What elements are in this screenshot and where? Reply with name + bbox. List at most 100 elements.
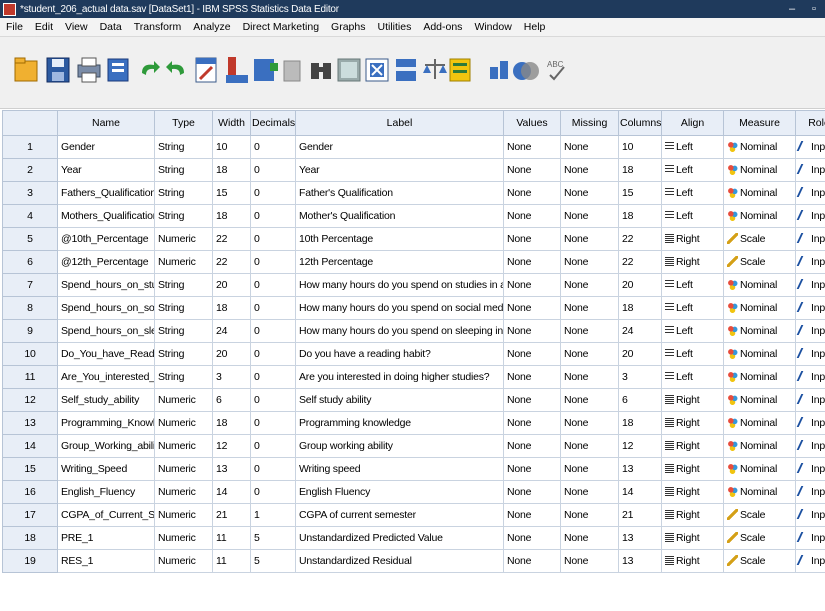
cell-align[interactable]: Right [661, 480, 724, 504]
cell-name[interactable]: Spend_hours_on_soci... [57, 296, 155, 320]
cell-type[interactable]: String [154, 365, 213, 389]
cell-role[interactable]: Input [795, 273, 825, 297]
cell-type[interactable]: String [154, 181, 213, 205]
cell-decimals[interactable]: 0 [250, 135, 296, 159]
cell-measure[interactable]: Nominal [723, 342, 796, 366]
cell-measure[interactable]: Nominal [723, 388, 796, 412]
cell-width[interactable]: 6 [212, 388, 251, 412]
insert-cases-icon[interactable] [334, 53, 364, 87]
cell-values[interactable]: None [503, 296, 561, 320]
cell-decimals[interactable]: 0 [250, 273, 296, 297]
cell-decimals[interactable]: 0 [250, 181, 296, 205]
cell-role[interactable]: Input [795, 365, 825, 389]
cell-width[interactable]: 22 [212, 227, 251, 251]
cell-label[interactable]: Mother's Qualification [295, 204, 504, 228]
cell-role[interactable]: Input [795, 135, 825, 159]
print-icon[interactable] [74, 53, 104, 87]
col-header-label[interactable]: Label [295, 110, 504, 136]
cell-decimals[interactable]: 0 [250, 480, 296, 504]
cell-name[interactable]: Do_You_have_Reading... [57, 342, 155, 366]
cell-values[interactable]: None [503, 135, 561, 159]
cell-missing[interactable]: None [560, 296, 619, 320]
cell-type[interactable]: Numeric [154, 388, 213, 412]
cell-name[interactable]: PRE_1 [57, 526, 155, 550]
row-number[interactable]: 14 [2, 434, 58, 458]
cell-values[interactable]: None [503, 411, 561, 435]
cell-values[interactable]: None [503, 250, 561, 274]
cell-width[interactable]: 10 [212, 135, 251, 159]
cell-decimals[interactable]: 0 [250, 250, 296, 274]
row-number[interactable]: 8 [2, 296, 58, 320]
cell-name[interactable]: Fathers_Qualification [57, 181, 155, 205]
cell-role[interactable]: Input [795, 342, 825, 366]
col-header-values[interactable]: Values [503, 110, 561, 136]
cell-align[interactable]: Left [661, 135, 724, 159]
cell-type[interactable]: Numeric [154, 227, 213, 251]
cell-measure[interactable]: Scale [723, 250, 796, 274]
cell-columns[interactable]: 18 [618, 411, 662, 435]
cell-align[interactable]: Right [661, 250, 724, 274]
redo-icon[interactable] [162, 53, 192, 87]
cell-label[interactable]: Gender [295, 135, 504, 159]
row-number[interactable]: 15 [2, 457, 58, 481]
cell-name[interactable]: Spend_hours_on_studi... [57, 273, 155, 297]
menu-help[interactable]: Help [518, 21, 552, 33]
cell-decimals[interactable]: 0 [250, 342, 296, 366]
split-file-icon[interactable] [392, 53, 422, 87]
cell-label[interactable]: Group working ability [295, 434, 504, 458]
open-icon[interactable] [12, 53, 42, 87]
cell-missing[interactable]: None [560, 457, 619, 481]
col-header-missing[interactable]: Missing [560, 110, 619, 136]
cell-measure[interactable]: Nominal [723, 181, 796, 205]
cell-align[interactable]: Left [661, 204, 724, 228]
cell-values[interactable]: None [503, 342, 561, 366]
cell-role[interactable]: Input [795, 388, 825, 412]
cell-values[interactable]: None [503, 480, 561, 504]
cell-values[interactable]: None [503, 181, 561, 205]
cell-role[interactable]: Input [795, 319, 825, 343]
cell-type[interactable]: Numeric [154, 411, 213, 435]
cell-type[interactable]: Numeric [154, 457, 213, 481]
cell-name[interactable]: Mothers_Qualification [57, 204, 155, 228]
row-number[interactable]: 11 [2, 365, 58, 389]
cell-columns[interactable]: 24 [618, 319, 662, 343]
row-number[interactable]: 13 [2, 411, 58, 435]
cell-measure[interactable]: Scale [723, 503, 796, 527]
spell-check-icon[interactable]: ABC [542, 53, 572, 87]
cell-type[interactable]: String [154, 273, 213, 297]
cell-columns[interactable]: 22 [618, 227, 662, 251]
cell-measure[interactable]: Nominal [723, 480, 796, 504]
row-number[interactable]: 17 [2, 503, 58, 527]
cell-width[interactable]: 14 [212, 480, 251, 504]
cell-values[interactable]: None [503, 388, 561, 412]
cell-align[interactable]: Right [661, 434, 724, 458]
cell-align[interactable]: Right [661, 457, 724, 481]
goto-case-icon[interactable] [192, 53, 222, 87]
cell-align[interactable]: Left [661, 158, 724, 182]
cell-width[interactable]: 20 [212, 342, 251, 366]
menu-graphs[interactable]: Graphs [325, 21, 371, 33]
cell-measure[interactable]: Nominal [723, 296, 796, 320]
cell-width[interactable]: 11 [212, 549, 251, 573]
cell-missing[interactable]: None [560, 181, 619, 205]
cell-label[interactable]: Unstandardized Residual [295, 549, 504, 573]
cell-columns[interactable]: 21 [618, 503, 662, 527]
cell-values[interactable]: None [503, 503, 561, 527]
cell-columns[interactable]: 20 [618, 273, 662, 297]
col-header-columns[interactable]: Columns [618, 110, 662, 136]
cell-label[interactable]: How many hours do you spend on sleeping … [295, 319, 504, 343]
cell-role[interactable]: Input [795, 480, 825, 504]
cell-align[interactable]: Left [661, 365, 724, 389]
cell-missing[interactable]: None [560, 388, 619, 412]
cell-missing[interactable]: None [560, 273, 619, 297]
cell-measure[interactable]: Scale [723, 526, 796, 550]
cell-measure[interactable]: Nominal [723, 365, 796, 389]
cell-columns[interactable]: 14 [618, 480, 662, 504]
cell-width[interactable]: 18 [212, 411, 251, 435]
cell-type[interactable]: String [154, 158, 213, 182]
cell-label[interactable]: Unstandardized Predicted Value [295, 526, 504, 550]
cell-decimals[interactable]: 0 [250, 227, 296, 251]
cell-label[interactable]: Do you have a reading habit? [295, 342, 504, 366]
cell-label[interactable]: 12th Percentage [295, 250, 504, 274]
cell-missing[interactable]: None [560, 526, 619, 550]
